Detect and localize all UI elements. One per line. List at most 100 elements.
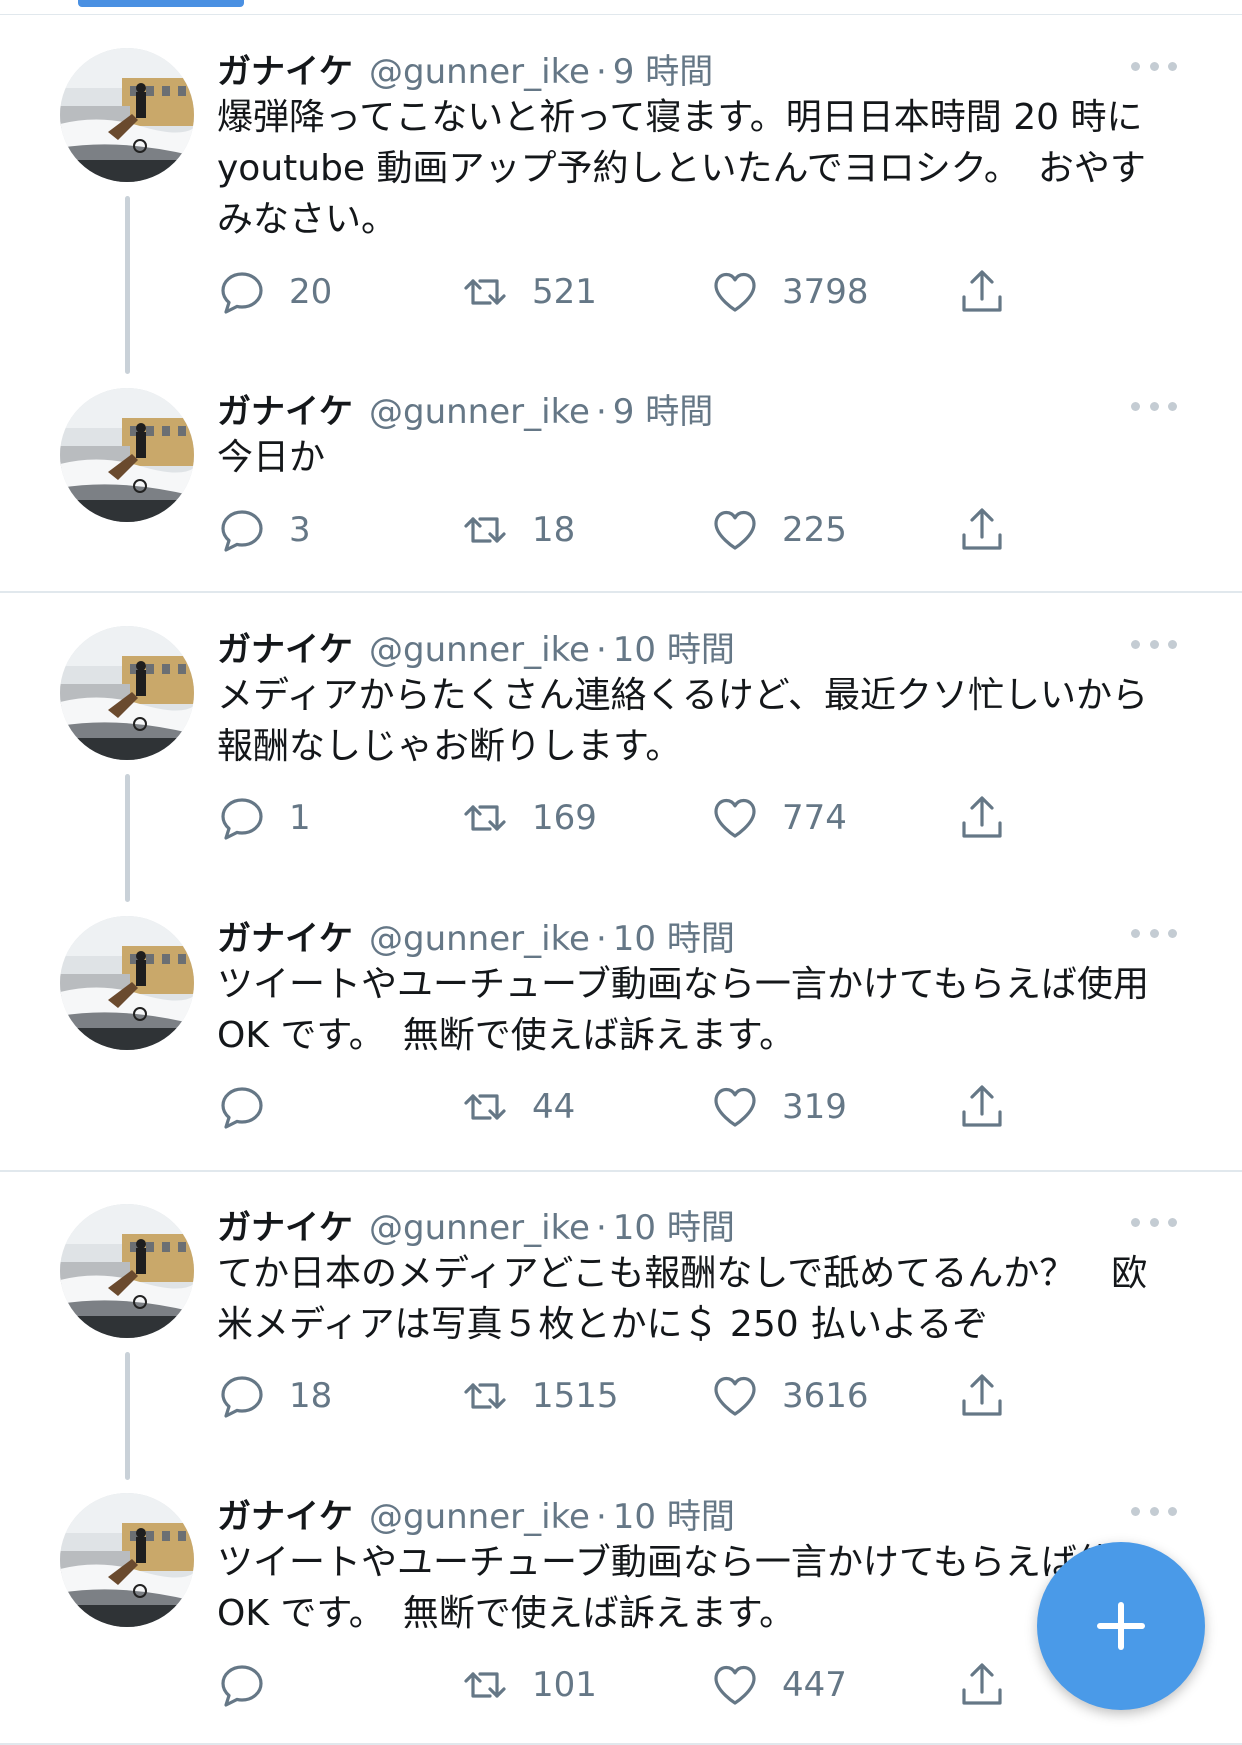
display-name[interactable]: ガナイケ — [217, 622, 353, 671]
active-tab-indicator — [78, 0, 244, 7]
like-button[interactable]: 225 — [710, 502, 847, 558]
share-icon — [957, 505, 1007, 555]
tweet-text: 今日か — [217, 437, 326, 478]
handle[interactable]: @gunner_ike — [369, 1208, 590, 1248]
like-button[interactable]: 774 — [710, 790, 847, 846]
reply-icon — [217, 1082, 267, 1132]
divider — [0, 1170, 1242, 1172]
display-name[interactable]: ガナイケ — [217, 1489, 353, 1538]
share-button[interactable] — [957, 1657, 1007, 1713]
timestamp[interactable]: 9 時間 — [613, 384, 713, 433]
retweet-count: 44 — [532, 1087, 576, 1127]
reply-count: 1 — [289, 798, 311, 838]
display-name[interactable]: ガナイケ — [217, 911, 353, 960]
action-bar: 101 447 — [217, 1657, 1017, 1713]
avatar[interactable] — [60, 388, 194, 522]
compose-icon — [1097, 1602, 1145, 1650]
retweet-button[interactable]: 169 — [460, 790, 597, 846]
like-button[interactable]: 447 — [710, 1657, 847, 1713]
reply-button[interactable] — [217, 1657, 289, 1713]
avatar[interactable] — [60, 1493, 194, 1627]
separator-dot: · — [595, 919, 607, 959]
retweet-icon — [460, 1660, 510, 1710]
tweet-header: ガナイケ @gunner_ike · 10 時間 — [217, 1200, 735, 1249]
reply-count: 18 — [289, 1376, 333, 1416]
reply-icon — [217, 1660, 267, 1710]
more-icon[interactable] — [1131, 927, 1177, 939]
avatar[interactable] — [60, 626, 194, 760]
timestamp[interactable]: 10 時間 — [613, 1489, 735, 1538]
timestamp[interactable]: 10 時間 — [613, 911, 735, 960]
retweet-button[interactable]: 101 — [460, 1657, 597, 1713]
like-button[interactable]: 3616 — [710, 1368, 869, 1424]
retweet-icon — [460, 793, 510, 843]
like-icon — [710, 505, 760, 555]
tab-bar — [0, 0, 1242, 15]
more-icon[interactable] — [1131, 400, 1177, 412]
avatar[interactable] — [60, 48, 194, 182]
like-count: 225 — [782, 510, 847, 550]
retweet-button[interactable]: 1515 — [460, 1368, 619, 1424]
timestamp[interactable]: 10 時間 — [613, 1200, 735, 1249]
retweet-button[interactable]: 18 — [460, 502, 575, 558]
more-icon[interactable] — [1131, 1505, 1177, 1517]
share-button[interactable] — [957, 1368, 1007, 1424]
separator-dot: · — [595, 1497, 607, 1537]
retweet-count: 521 — [532, 272, 597, 312]
like-button[interactable]: 3798 — [710, 264, 869, 320]
separator-dot: · — [595, 392, 607, 432]
separator-dot: · — [595, 630, 607, 670]
handle[interactable]: @gunner_ike — [369, 630, 590, 670]
retweet-count: 18 — [532, 510, 576, 550]
tweet-text: てか日本のメディアどこも報酬なしで舐めてるんか？ 欧 米メディアは写真５枚とかに… — [217, 1253, 1148, 1345]
handle[interactable]: @gunner_ike — [369, 52, 590, 92]
like-icon — [710, 1082, 760, 1132]
like-button[interactable]: 319 — [710, 1079, 847, 1135]
share-button[interactable] — [957, 502, 1007, 558]
retweet-button[interactable]: 521 — [460, 264, 597, 320]
retweet-count: 101 — [532, 1665, 597, 1705]
avatar[interactable] — [60, 916, 194, 1050]
like-count: 774 — [782, 798, 847, 838]
thread-line — [125, 1352, 130, 1480]
like-icon — [710, 1660, 760, 1710]
tweet-header: ガナイケ @gunner_ike · 10 時間 — [217, 622, 735, 671]
retweet-icon — [460, 505, 510, 555]
reply-button[interactable]: 18 — [217, 1368, 332, 1424]
share-button[interactable] — [957, 264, 1007, 320]
tweet-header: ガナイケ @gunner_ike · 9 時間 — [217, 384, 713, 433]
reply-button[interactable]: 1 — [217, 790, 311, 846]
reply-count: 20 — [289, 272, 333, 312]
display-name[interactable]: ガナイケ — [217, 1200, 353, 1249]
handle[interactable]: @gunner_ike — [369, 392, 590, 432]
share-button[interactable] — [957, 790, 1007, 846]
retweet-icon — [460, 1371, 510, 1421]
reply-icon — [217, 1371, 267, 1421]
separator-dot: · — [595, 52, 607, 92]
reply-button[interactable] — [217, 1079, 289, 1135]
timestamp[interactable]: 9 時間 — [613, 44, 713, 93]
separator-dot: · — [595, 1208, 607, 1248]
compose-tweet-button[interactable] — [1037, 1542, 1205, 1710]
handle[interactable]: @gunner_ike — [369, 1497, 590, 1537]
reply-button[interactable]: 20 — [217, 264, 332, 320]
display-name[interactable]: ガナイケ — [217, 384, 353, 433]
retweet-count: 169 — [532, 798, 597, 838]
display-name[interactable]: ガナイケ — [217, 44, 353, 93]
more-icon[interactable] — [1131, 638, 1177, 650]
tweet-text: 爆弾降ってこないと祈って寝ます。明日日本時間 20 時に youtube 動画ア… — [217, 97, 1146, 240]
action-bar: 3 18 225 — [217, 502, 1017, 558]
tweet-header: ガナイケ @gunner_ike · 10 時間 — [217, 911, 735, 960]
retweet-button[interactable]: 44 — [460, 1079, 575, 1135]
more-icon[interactable] — [1131, 1216, 1177, 1228]
avatar[interactable] — [60, 1204, 194, 1338]
timestamp[interactable]: 10 時間 — [613, 622, 735, 671]
action-bar: 18 1515 3616 — [217, 1368, 1017, 1424]
more-icon[interactable] — [1131, 60, 1177, 72]
action-bar: 1 169 774 — [217, 790, 1017, 846]
handle[interactable]: @gunner_ike — [369, 919, 590, 959]
reply-button[interactable]: 3 — [217, 502, 311, 558]
divider — [0, 591, 1242, 593]
like-icon — [710, 793, 760, 843]
share-button[interactable] — [957, 1079, 1007, 1135]
